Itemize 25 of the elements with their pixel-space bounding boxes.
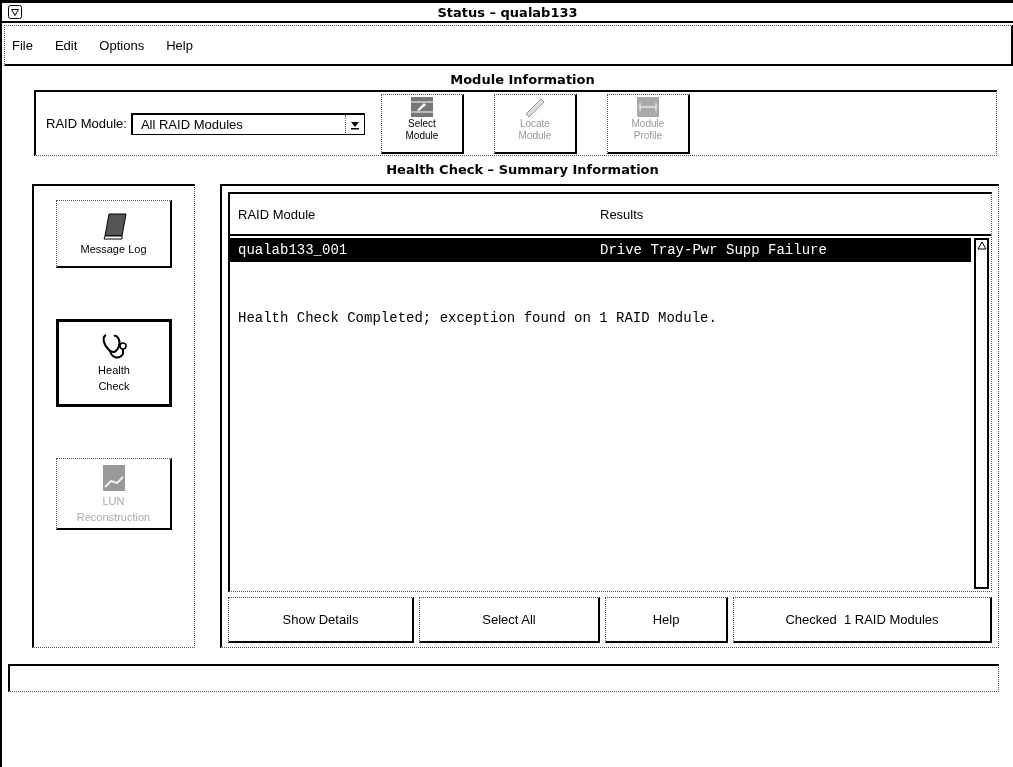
window-title: Status – qualab133 <box>436 4 579 20</box>
push-button[interactable]: Help <box>605 597 728 643</box>
summary-label: Checked 1 RAID Modules <box>733 597 992 643</box>
status-message: Health Check Completed; exception found on 1 RAID Module. <box>237 309 718 326</box>
menu-item[interactable]: Options <box>99 37 145 53</box>
sidebar-button[interactable]: Message Log <box>56 200 172 268</box>
menu-item[interactable]: File <box>12 37 33 53</box>
section-heading: Module Information <box>449 71 596 89</box>
menu-item[interactable]: Edit <box>54 37 78 53</box>
push-button[interactable]: Show Details <box>228 597 414 643</box>
raid-module-dropdown[interactable]: All RAID Modules <box>130 112 365 135</box>
toolbar-button[interactable]: Select Module <box>380 93 464 154</box>
module-icon <box>409 95 434 118</box>
push-button[interactable]: Select All <box>419 597 600 643</box>
field-label: RAID Module: <box>46 116 127 131</box>
scroll-up-arrow-icon[interactable] <box>976 240 987 250</box>
column-header: Results <box>600 206 644 222</box>
list-row[interactable]: qualab133_001 Drive Tray-Pwr Supp Failure <box>230 238 971 262</box>
menu-item[interactable]: Help <box>166 37 193 53</box>
module-icon <box>635 95 660 118</box>
scrollbar[interactable] <box>974 238 989 589</box>
column-header: RAID Module <box>238 206 317 222</box>
window-menu-icon[interactable] <box>8 5 22 19</box>
sidebar-button[interactable]: Health Check <box>56 319 172 407</box>
section-heading: Health Check – Summary Information <box>385 161 660 179</box>
